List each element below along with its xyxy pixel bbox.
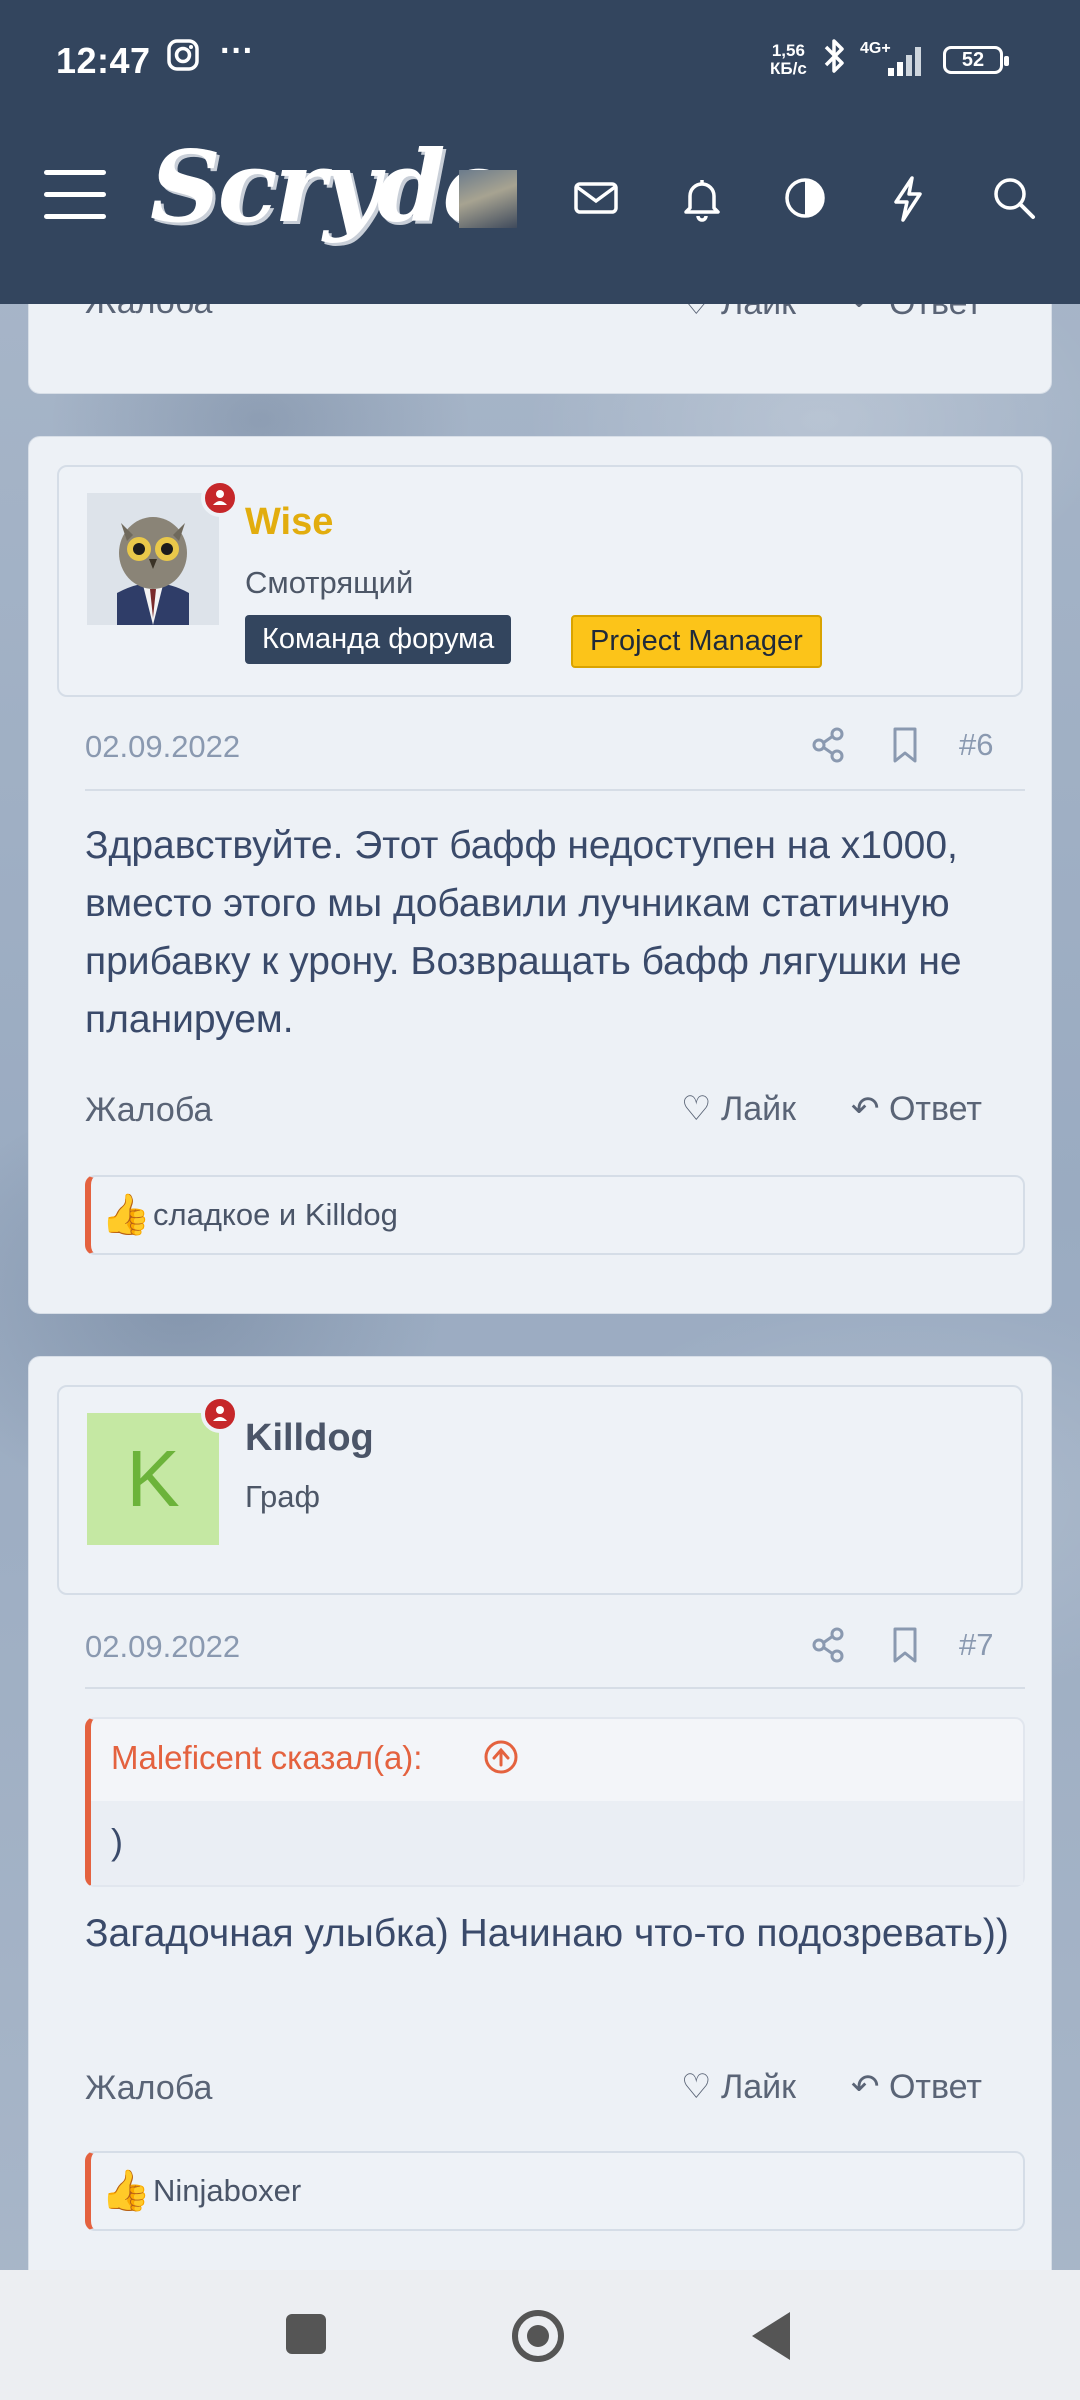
post-card: Wise Смотрящий Команда форума Project Ma… — [28, 436, 1052, 1314]
divider — [85, 789, 1025, 791]
like-button[interactable]: ♡ Лайк — [681, 1089, 796, 1129]
reply-button[interactable]: ↶ Ответ — [851, 2067, 982, 2107]
menu-button[interactable] — [44, 170, 106, 220]
quote-content: ) — [91, 1801, 1023, 1885]
menu-icon-bar — [44, 214, 106, 219]
post-date[interactable]: 02.09.2022 — [85, 729, 240, 765]
recents-button[interactable] — [286, 2314, 326, 2354]
battery-level: 52 — [961, 49, 985, 71]
network-speed: 1,56 КБ/с — [770, 42, 807, 78]
bookmark-icon[interactable] — [885, 1623, 925, 1672]
more-notifications-icon: ··· — [220, 32, 254, 70]
user-avatar[interactable]: K — [87, 1413, 219, 1545]
net-speed-value: 1,56 — [771, 41, 805, 60]
post-card: K Killdog Граф 02.09.2022 #7 Maleficent … — [28, 1356, 1052, 2296]
online-status-icon — [201, 1395, 239, 1433]
user-avatar[interactable] — [87, 493, 219, 625]
search-icon[interactable] — [984, 168, 1044, 228]
user-avatar-thumb[interactable] — [459, 170, 517, 228]
reply-label: Ответ — [888, 1090, 983, 1128]
heart-icon: ♡ — [681, 2068, 712, 2106]
divider — [85, 1687, 1025, 1689]
net-speed-unit: КБ/с — [770, 59, 807, 78]
user-info-box: Wise Смотрящий Команда форума Project Ma… — [57, 465, 1023, 697]
post-body: Здравствуйте. Этот бафф недоступен на x1… — [85, 824, 962, 1041]
quote-block: Maleficent сказал(а): ) — [85, 1717, 1025, 1887]
user-title: Граф — [245, 1479, 321, 1514]
mail-icon[interactable] — [566, 168, 626, 228]
instagram-icon — [166, 38, 200, 80]
menu-icon-bar — [44, 192, 106, 197]
user-info-box: K Killdog Граф — [57, 1385, 1023, 1595]
quote-author[interactable]: Maleficent сказал(а): — [111, 1739, 422, 1777]
badge-project-manager: Project Manager — [571, 615, 822, 668]
post-number[interactable]: #7 — [959, 1627, 993, 1663]
share-icon[interactable] — [807, 1623, 851, 1672]
reply-icon: ↶ — [851, 2068, 880, 2106]
top-header: 12:47 ··· 1,56 КБ/с 4G+ 52 Scryde — [0, 0, 1080, 304]
reactions-users[interactable]: сладкое и Killdog — [153, 1197, 398, 1233]
bookmark-icon[interactable] — [885, 723, 925, 772]
battery-indicator: 52 — [943, 46, 1009, 74]
badge-forum-team: Команда форума — [245, 615, 512, 664]
bolt-icon[interactable] — [878, 168, 938, 228]
reply-label: Ответ — [888, 2068, 983, 2106]
reactions-bar[interactable]: 👍 сладкое и Killdog — [85, 1175, 1025, 1255]
home-button[interactable] — [512, 2310, 564, 2362]
post-body: Загадочная улыбка) Начинаю что-то подозр… — [85, 1912, 1009, 1955]
username[interactable]: Killdog — [245, 1417, 374, 1460]
reactions-users[interactable]: Ninjaboxer — [153, 2173, 301, 2209]
username[interactable]: Wise — [245, 501, 333, 544]
signal-icon — [862, 42, 932, 86]
reactions-bar[interactable]: 👍 Ninjaboxer — [85, 2151, 1025, 2231]
thumbs-up-icon: 👍 — [101, 1193, 151, 1237]
post-number[interactable]: #6 — [959, 727, 993, 763]
contrast-icon[interactable] — [775, 168, 835, 228]
menu-icon-bar — [44, 170, 106, 175]
share-icon[interactable] — [807, 723, 851, 772]
thumbs-up-icon: 👍 — [101, 2169, 151, 2213]
like-label: Лайк — [720, 1090, 797, 1128]
clock: 12:47 — [56, 40, 151, 81]
like-button[interactable]: ♡ Лайк — [681, 2067, 796, 2107]
back-button[interactable] — [752, 2312, 790, 2360]
reply-button[interactable]: ↶ Ответ — [851, 1089, 982, 1129]
reply-icon: ↶ — [851, 1090, 880, 1128]
report-link[interactable]: Жалоба — [85, 1091, 212, 1130]
home-icon-dot — [527, 2325, 549, 2347]
arrow-up-circle-icon[interactable] — [481, 1737, 521, 1782]
status-bar: 12:47 ··· 1,56 КБ/с 4G+ 52 — [0, 30, 1080, 90]
report-link[interactable]: Жалоба — [85, 2069, 212, 2108]
bluetooth-icon — [822, 36, 848, 84]
user-title: Смотрящий — [245, 565, 414, 600]
quote-text: ) — [111, 1821, 123, 1862]
heart-icon: ♡ — [681, 1090, 712, 1128]
post-date[interactable]: 02.09.2022 — [85, 1629, 240, 1665]
bell-icon[interactable] — [672, 168, 732, 228]
system-navigation-bar — [0, 2270, 1080, 2400]
site-logo[interactable]: Scryde — [150, 130, 505, 245]
online-status-icon — [201, 479, 239, 517]
like-label: Лайк — [720, 2068, 797, 2106]
